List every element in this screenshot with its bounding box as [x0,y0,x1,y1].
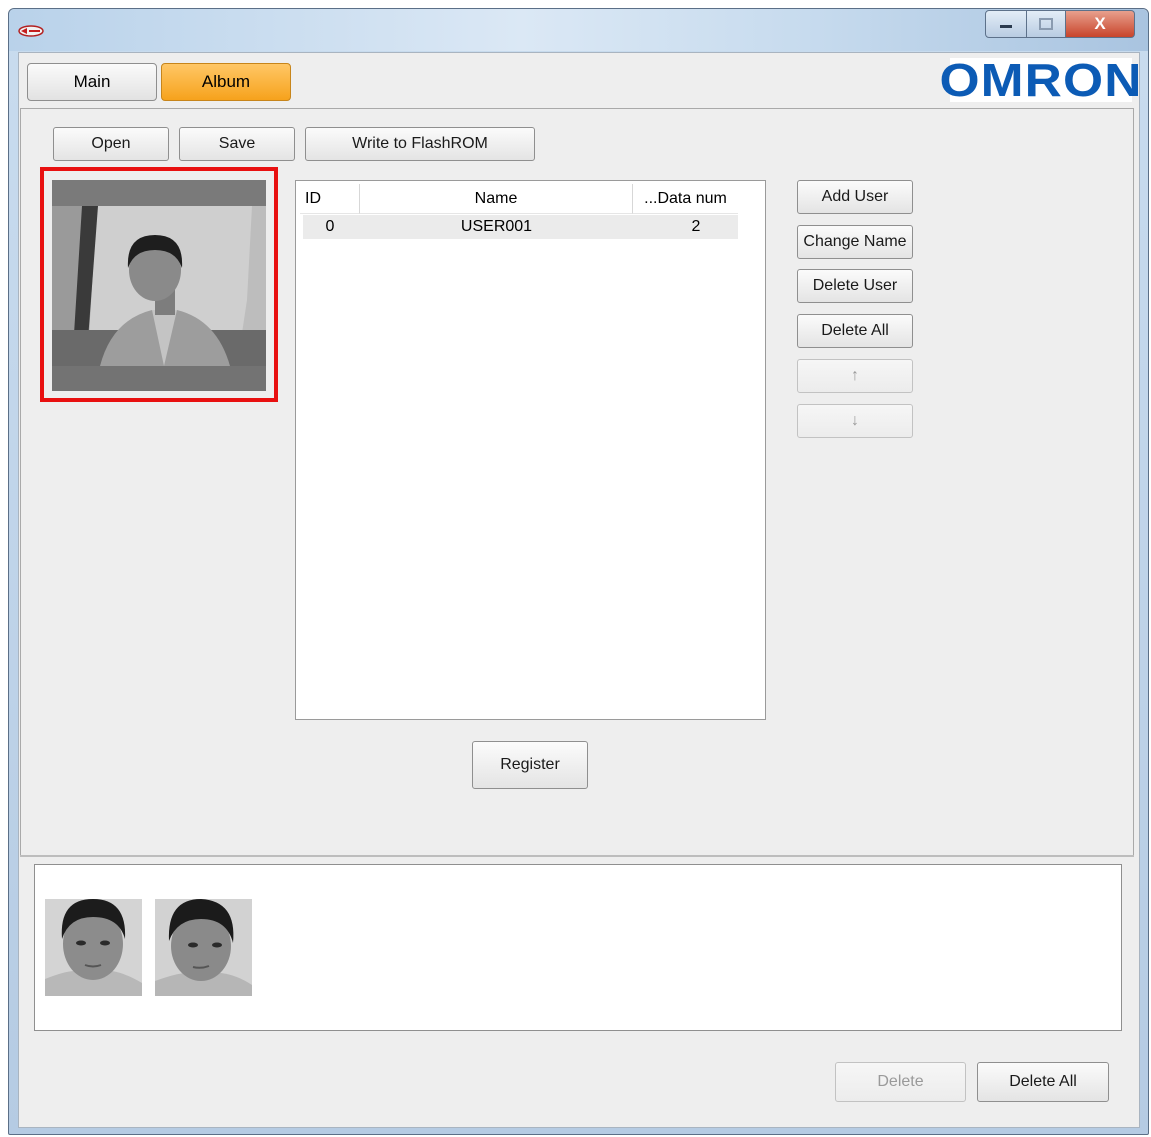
arrow-up-icon: ↑ [851,367,859,384]
close-icon: X [1094,14,1106,33]
title-bar[interactable] [9,9,1148,51]
user-table[interactable] [295,180,766,720]
cell-id: 0 [325,218,335,235]
maximize-button[interactable] [1027,10,1066,38]
app-icon [18,24,44,38]
open-button[interactable]: Open [53,127,169,161]
camera-preview-image [52,180,266,391]
save-button[interactable]: Save [179,127,295,161]
panel-divider [20,855,1134,857]
maximize-icon [1039,18,1053,30]
write-flashrom-button[interactable]: Write to FlashROM [305,127,535,161]
face-thumbnail[interactable] [155,899,252,996]
arrow-down-icon: ↓ [851,412,859,429]
window-controls: X [985,10,1137,38]
omron-logo: OMRON [939,57,1141,103]
tab-album-label: Album [201,72,251,91]
minimize-button[interactable] [985,10,1027,38]
register-button[interactable]: Register [472,741,588,789]
move-up-button[interactable]: ↑ [797,359,913,393]
change-name-button[interactable]: Change Name [797,225,913,259]
tab-main[interactable]: Main [27,63,157,101]
delete-button[interactable]: Delete [835,1062,966,1102]
column-header-data-num[interactable]: ...Data num [633,184,738,214]
logo-text: OMRON [939,54,1143,106]
move-down-button[interactable]: ↓ [797,404,913,438]
cell-name: USER001 [460,218,533,235]
cell-data-num: 2 [691,218,701,235]
column-header-id[interactable]: ID [300,184,360,214]
delete-all-users-button[interactable]: Delete All [797,314,913,348]
face-thumbnail[interactable] [45,899,142,996]
delete-all-button[interactable]: Delete All [977,1062,1109,1102]
tab-album[interactable]: Album [161,63,291,101]
column-header-name[interactable]: Name [360,184,633,214]
minimize-icon [1000,25,1012,28]
tab-main-label: Main [73,72,111,91]
delete-user-button[interactable]: Delete User [797,269,913,303]
add-user-button[interactable]: Add User [797,180,913,214]
close-button[interactable]: X [1066,10,1135,38]
